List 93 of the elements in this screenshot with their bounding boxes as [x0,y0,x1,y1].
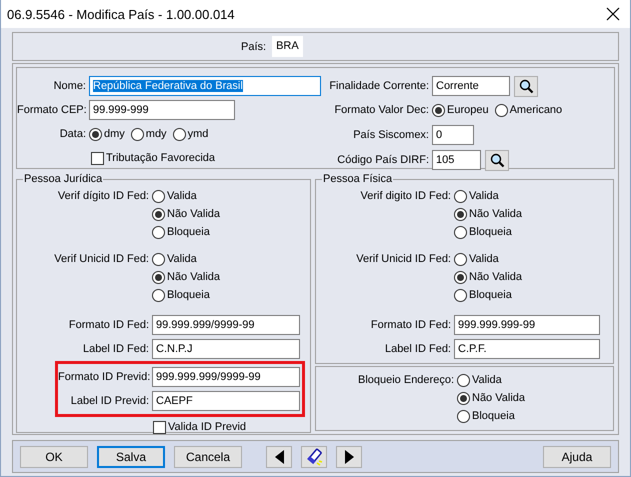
text-field[interactable]: República Federativa do Brasil [89,76,321,96]
radio-label: Valida [469,190,499,202]
radio-button[interactable] [457,410,470,422]
radio-label: Bloqueia [167,289,210,301]
radio-button[interactable] [152,208,165,220]
flashlight-button[interactable] [301,446,327,468]
radio-button[interactable] [152,252,165,266]
field-label: Formato ID Fed: [370,319,452,331]
radio-label: Valida [167,253,197,265]
field-label: País: [241,40,266,52]
radio-label: Bloqueia [469,289,512,301]
field-label: Label ID Fed: [82,343,150,355]
field-label: Formato ID Previd: [58,371,152,383]
radio-label: Valida [472,374,502,386]
text-field[interactable]: 105 [432,150,481,170]
radio-button[interactable] [432,104,445,116]
radio-label: mdy [146,128,167,140]
field-label: Formato CEP: [17,104,88,116]
radio-label: Não Valida [469,271,522,283]
previous-button[interactable] [266,446,292,468]
radio-button[interactable] [89,128,102,140]
field-label: País Siscomex: [352,129,430,141]
text-field[interactable]: C.N.P.J [152,339,300,359]
field-label: Formato ID Fed: [68,319,150,331]
country-code-field: BRA [272,36,303,57]
radio-label: Europeu [447,104,489,116]
field-label: Código País DIRF: [336,154,430,166]
next-button[interactable] [336,446,362,468]
radio-button[interactable] [494,104,508,116]
text-field[interactable]: 99.999.999/9999-99 [152,315,300,335]
checkbox[interactable] [91,152,104,164]
radio-button[interactable] [454,226,467,238]
radio-button[interactable] [454,208,467,220]
radio-label: Não Valida [167,208,220,220]
radio-button[interactable] [457,392,470,404]
window-title: 06.9.5546 - Modifica País - 1.00.00.014 [7,6,235,22]
action-button[interactable]: Cancela [174,446,242,468]
field-label: Label ID Fed: [384,343,452,355]
radio-button[interactable] [130,128,144,140]
radio-label: Bloqueia [167,226,210,238]
action-button[interactable]: Salva [97,446,165,468]
radio-button[interactable] [454,270,467,284]
radio-button[interactable] [454,190,467,202]
radio-label: Americano [510,104,562,116]
text-field[interactable]: 99.999-999 [89,100,235,120]
search-button[interactable] [485,150,509,170]
search-icon [489,152,505,168]
radio-label: Não Valida [167,271,220,283]
radio-button[interactable] [457,374,470,386]
group-title: Pessoa Jurídica [23,173,104,185]
text-field[interactable]: CAEPF [152,391,300,411]
radio-label: Bloqueia [469,226,512,238]
field-label: Verif Unicid ID Fed: [53,252,150,267]
field-label: Label ID Previd: [70,395,150,407]
right-triangle-icon [344,448,354,464]
checkbox-label: Valida ID Previd [168,421,246,433]
help-button[interactable]: Ajuda [543,446,611,468]
text-field[interactable]: 0 [432,125,474,145]
radio-label: Bloqueia [472,410,515,422]
field-label: Verif dígito ID Fed: [56,189,150,204]
radio-button[interactable] [152,270,165,284]
field-label: Nome: [52,80,87,92]
group-title: Pessoa Física [322,173,394,185]
checkbox-label: Tributação Favorecida [106,152,216,164]
radio-button[interactable] [454,288,467,302]
flashlight-icon [305,448,323,466]
field-label: Verif digito ID Fed: [360,189,452,204]
field-label: Data: [58,128,87,140]
field-label: Formato Valor Dec: [333,104,430,116]
radio-label: Valida [167,190,197,202]
text-field[interactable]: 999.999.999-99 [454,315,600,335]
left-triangle-icon [274,448,284,464]
checkbox[interactable] [153,420,166,434]
search-button[interactable] [514,76,538,96]
action-button[interactable]: OK [20,446,88,468]
field-label: Finalidade Corrente: [328,80,430,92]
text-field[interactable]: Corrente [432,76,510,96]
radio-button[interactable] [152,226,165,238]
text-field[interactable]: 999.999.999/9999-99 [152,367,300,387]
radio-label: Não Valida [472,392,525,404]
field-label: Verif Unicid ID Fed: [355,252,452,267]
search-icon [518,78,534,94]
radio-button[interactable] [152,190,165,202]
radio-label: Valida [469,253,499,265]
close-icon[interactable] [606,7,620,21]
radio-button[interactable] [454,252,467,266]
text-field[interactable]: C.P.F. [454,339,600,359]
radio-button[interactable] [172,128,186,140]
field-label: Bloqueio Endereço: [356,373,455,388]
radio-label: Não Valida [469,208,522,220]
radio-button[interactable] [152,288,165,302]
radio-label: ymd [188,128,208,140]
radio-label: dmy [104,128,125,140]
